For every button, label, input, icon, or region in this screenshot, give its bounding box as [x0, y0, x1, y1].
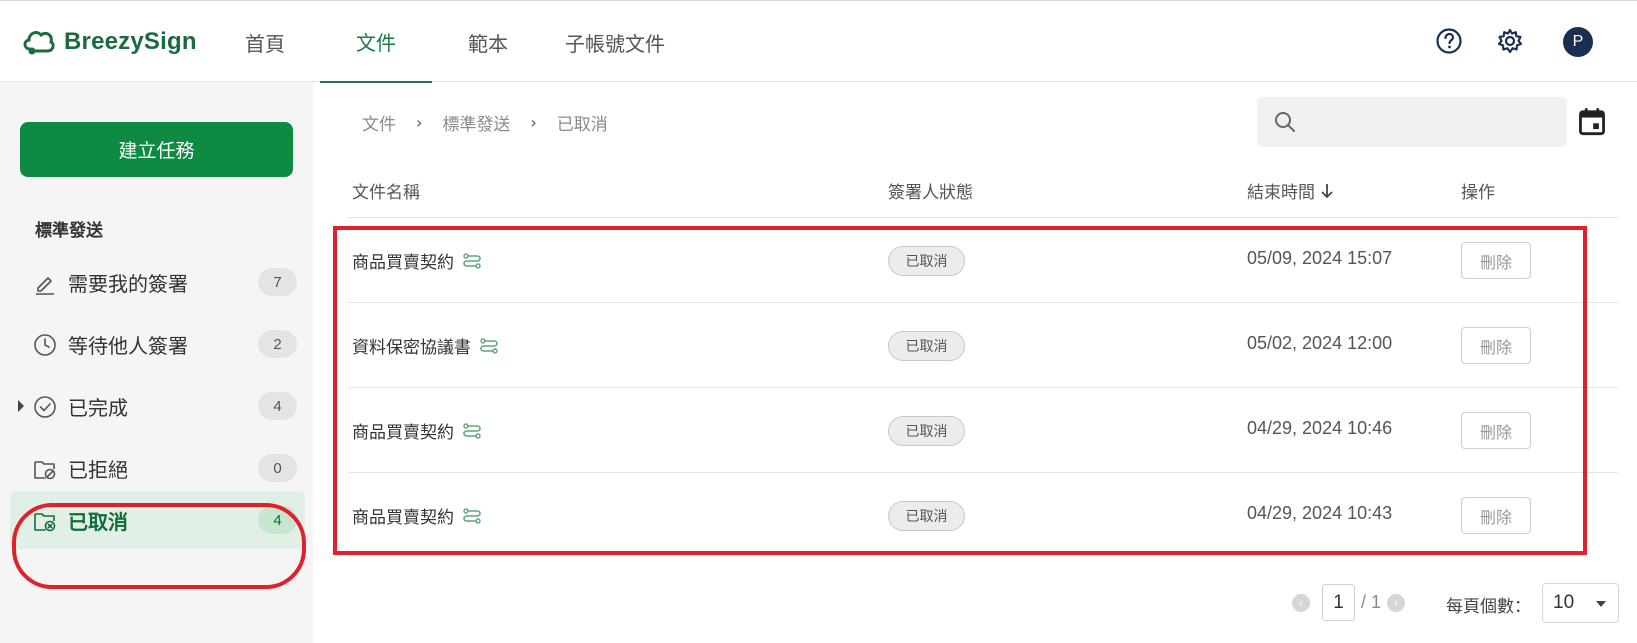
delete-button[interactable]: 刪除 [1461, 497, 1531, 534]
folder-cancel-icon [34, 513, 56, 532]
document-name[interactable]: 資料保密協議書 [352, 333, 499, 358]
nav-home[interactable]: 首頁 [230, 1, 300, 83]
section-title: 標準發送 [35, 221, 103, 241]
create-task-button[interactable]: 建立任務 [20, 122, 293, 177]
check-circle-icon [34, 396, 56, 418]
document-name-text: 商品買賣契約 [352, 423, 454, 443]
sidebar-item-label: 已拒絕 [68, 457, 128, 482]
sidebar-item-completed[interactable]: 已完成 4 [10, 377, 305, 435]
breadcrumb-item-current: 已取消 [556, 115, 608, 135]
status-badge: 已取消 [888, 501, 965, 531]
document-name-text: 商品買賣契約 [352, 253, 454, 273]
user-avatar[interactable]: P [1563, 27, 1593, 57]
top-navbar: BreezySign 首頁 文件 範本 子帳號文件 P [0, 0, 1637, 83]
nav-documents-label: 文件 [356, 30, 396, 55]
nav-templates[interactable]: 範本 [452, 1, 524, 83]
folder-block-icon [34, 461, 56, 480]
logo-icon [23, 31, 55, 55]
breadcrumb: 文件 › 標準發送 › 已取消 [362, 110, 608, 135]
pen-icon [36, 277, 54, 295]
delete-button[interactable]: 刪除 [1461, 412, 1531, 449]
breadcrumb-item[interactable]: 標準發送 [442, 110, 510, 135]
brand-name: BreezySign [64, 28, 197, 55]
sidebar-item-waiting-others[interactable]: 等待他人簽署 2 [10, 315, 305, 373]
settings-icon[interactable] [1495, 26, 1525, 56]
status-badge: 已取消 [888, 416, 965, 446]
sidebar-item-label: 已取消 [68, 509, 128, 534]
delete-button[interactable]: 刪除 [1461, 327, 1531, 364]
sidebar-item-label: 需要我的簽署 [68, 271, 188, 296]
chevron-right-icon: › [530, 113, 537, 132]
sidebar-item-rejected[interactable]: 已拒絕 0 [10, 439, 305, 497]
sidebar-item-label: 已完成 [68, 395, 128, 420]
sort-down-arrow-icon [1321, 183, 1333, 198]
nav-documents[interactable]: 文件 [320, 1, 432, 83]
document-name-text: 商品買賣契約 [352, 508, 454, 528]
count-badge: 4 [258, 506, 297, 534]
nav-sub-account-docs-label: 子帳號文件 [565, 31, 665, 56]
column-header-status: 簽署人狀態 [888, 183, 973, 203]
end-time: 04/29, 2024 10:46 [1247, 418, 1393, 438]
sidebar-item-label: 等待他人簽署 [68, 333, 188, 358]
end-time: 05/02, 2024 12:00 [1247, 333, 1393, 353]
column-header-name: 文件名稱 [352, 183, 420, 203]
status-badge: 已取消 [888, 331, 965, 361]
chevron-right-icon: › [416, 113, 423, 132]
table-header: 文件名稱 簽署人狀態 結束時間 操作 [348, 160, 1618, 218]
nav-sub-account-docs[interactable]: 子帳號文件 [560, 1, 670, 83]
column-header-action: 操作 [1461, 183, 1495, 203]
end-time: 05/09, 2024 15:07 [1247, 248, 1393, 268]
search-icon [1275, 112, 1295, 132]
nav-templates-label: 範本 [468, 31, 508, 56]
expand-caret-icon[interactable] [18, 400, 24, 412]
column-header-end-time[interactable]: 結束時間 [1247, 178, 1335, 203]
document-name[interactable]: 商品買賣契約 [352, 248, 482, 273]
pagination: ‹ / 1 › [1292, 584, 1406, 621]
workflow-icon [463, 507, 481, 524]
page-total: / 1 [1361, 592, 1382, 612]
table-row: 商品買賣契約 已取消 04/29, 2024 10:43 刪除 [348, 473, 1618, 558]
count-badge: 7 [258, 268, 297, 296]
end-time: 04/29, 2024 10:43 [1247, 503, 1393, 523]
nav-home-label: 首頁 [245, 31, 285, 56]
count-badge: 2 [258, 330, 297, 358]
search-box[interactable] [1257, 97, 1567, 147]
document-name-text: 資料保密協議書 [352, 338, 471, 358]
count-badge: 4 [258, 392, 297, 420]
per-page-value: 10 [1553, 592, 1575, 613]
table-row: 資料保密協議書 已取消 05/02, 2024 12:00 刪除 [348, 303, 1618, 388]
sidebar-item-need-my-signature[interactable]: 需要我的簽署 7 [10, 253, 305, 311]
prev-page-icon[interactable]: ‹ [1292, 593, 1310, 612]
count-badge: 0 [258, 454, 297, 482]
page-number-input[interactable] [1322, 584, 1355, 621]
chevron-down-icon [1596, 601, 1606, 607]
brand-logo[interactable]: BreezySign [22, 27, 197, 57]
workflow-icon [463, 252, 481, 269]
sidebar: 建立任務 標準發送 需要我的簽署 7 等待他人簽署 2 已完成 4 已拒絕 0 … [0, 82, 313, 643]
sidebar-item-cancelled[interactable]: 已取消 4 [10, 491, 305, 549]
column-header-end-time-label: 結束時間 [1247, 183, 1315, 203]
document-name[interactable]: 商品買賣契約 [352, 503, 482, 528]
table-row: 商品買賣契約 已取消 05/09, 2024 15:07 刪除 [348, 218, 1618, 303]
clock-icon [34, 334, 56, 356]
search-input[interactable] [1309, 107, 1554, 137]
help-icon[interactable] [1434, 26, 1464, 56]
workflow-icon [480, 337, 498, 354]
workflow-icon [463, 422, 481, 439]
next-page-icon[interactable]: › [1387, 593, 1406, 612]
status-badge: 已取消 [888, 246, 965, 276]
table-row: 商品買賣契約 已取消 04/29, 2024 10:46 刪除 [348, 388, 1618, 473]
delete-button[interactable]: 刪除 [1461, 242, 1531, 279]
per-page-select[interactable]: 10 [1542, 583, 1619, 623]
document-name[interactable]: 商品買賣契約 [352, 418, 482, 443]
calendar-icon[interactable] [1578, 106, 1606, 136]
per-page-label: 每頁個數： [1446, 597, 1531, 617]
breadcrumb-item[interactable]: 文件 [362, 110, 396, 135]
